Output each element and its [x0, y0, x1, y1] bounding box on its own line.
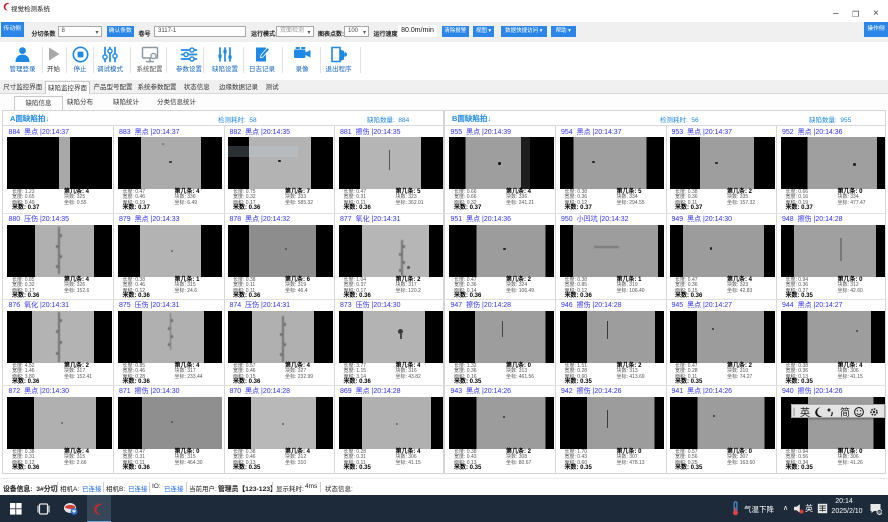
svg-text:简: 简 — [840, 406, 850, 418]
svg-text:英: 英 — [800, 406, 810, 418]
